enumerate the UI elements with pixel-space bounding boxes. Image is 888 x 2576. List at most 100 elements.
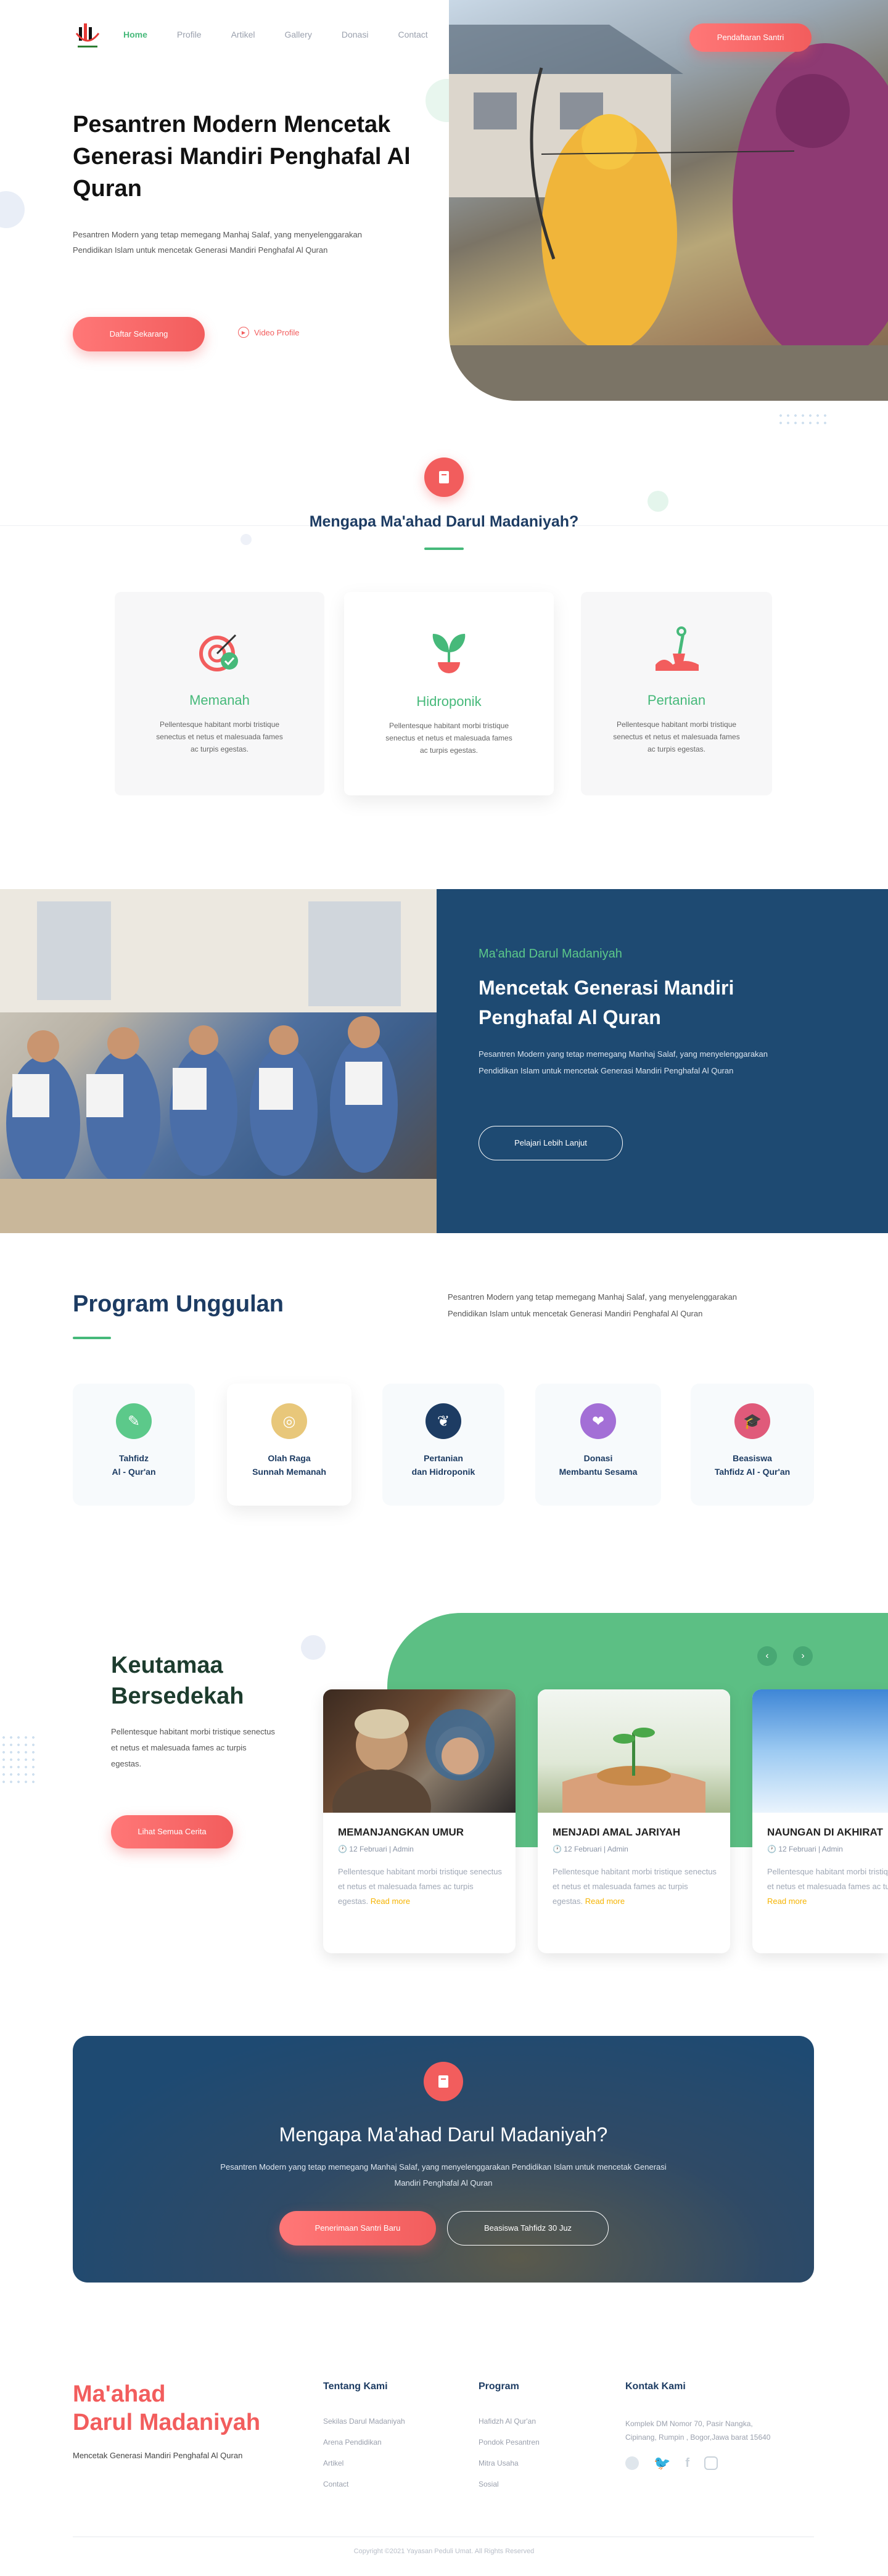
brand-line-2: Darul Madaniyah bbox=[73, 2410, 261, 2435]
decor-dots bbox=[0, 1734, 35, 1783]
nav-profile[interactable]: Profile bbox=[177, 30, 202, 39]
facebook-icon[interactable]: f bbox=[685, 2456, 689, 2471]
blog-card[interactable]: MEMANJANGKAN UMUR 🕐 12 Februari | Admin … bbox=[323, 1689, 516, 1953]
feature-card-hidroponik[interactable]: Hidroponik Pellentesque habitant morbi t… bbox=[344, 592, 554, 795]
read-more-link[interactable]: Read more bbox=[767, 1897, 807, 1906]
card-text: Pellentesque habitant morbi tristique se… bbox=[767, 1867, 888, 1906]
footer-col-program: Program Hafidzh Al Qur'an Pondok Pesantr… bbox=[479, 2381, 602, 2488]
decor-dots bbox=[777, 412, 829, 425]
card-meta: 🕐 12 Februari | Admin bbox=[338, 1845, 414, 1853]
footer-link[interactable]: Artikel bbox=[323, 2459, 446, 2467]
footer-link[interactable]: Sekilas Darul Madaniyah bbox=[323, 2417, 446, 2426]
graduation-icon: 🎓 bbox=[734, 1403, 770, 1439]
book-icon bbox=[424, 457, 464, 497]
shovel-icon bbox=[581, 626, 772, 676]
card-text: Pellentesque habitant morbi tristique se… bbox=[613, 720, 740, 753]
nav-home[interactable]: Home bbox=[123, 30, 147, 39]
why-title: Mengapa Ma'ahad Darul Madaniyah? bbox=[309, 513, 579, 530]
carousel-next-button[interactable]: › bbox=[793, 1646, 813, 1666]
card-title: Pertanian bbox=[647, 692, 706, 708]
footer-col-about: Tentang Kami Sekilas Darul Madaniyah Are… bbox=[323, 2381, 446, 2488]
hands-plant-photo bbox=[538, 1689, 730, 1813]
program-title: Program Unggulan bbox=[73, 1291, 284, 1317]
nav-gallery[interactable]: Gallery bbox=[285, 30, 312, 39]
learn-more-button[interactable]: Pelajari Lebih Lanjut bbox=[479, 1126, 623, 1160]
instagram-icon[interactable] bbox=[704, 2456, 718, 2470]
program-olahraga[interactable]: ◎ Olah Raga Sunnah Memanah bbox=[227, 1384, 352, 1506]
brand-line-1: Ma'ahad bbox=[73, 2381, 166, 2407]
card-text: Pellentesque habitant morbi tristique se… bbox=[553, 1867, 717, 1906]
feature-card-memanah[interactable]: Memanah Pellentesque habitant morbi tris… bbox=[115, 592, 324, 795]
footer-link[interactable]: Arena Pendidikan bbox=[323, 2438, 446, 2447]
footer-link[interactable]: Pondok Pesantren bbox=[479, 2438, 602, 2447]
program-donasi[interactable]: ❤ Donasi Membantu Sesama bbox=[535, 1384, 661, 1506]
nav-artikel[interactable]: Artikel bbox=[231, 30, 255, 39]
daftar-sekarang-button[interactable]: Daftar Sekarang bbox=[73, 317, 205, 351]
video-profile-label: Video Profile bbox=[254, 327, 300, 337]
clock-icon: 🕐 bbox=[767, 1845, 776, 1853]
cta-title: Mengapa Ma'ahad Darul Madaniyah? bbox=[279, 2123, 608, 2146]
title-underline bbox=[73, 1337, 111, 1339]
video-profile-link[interactable]: ▶ Video Profile bbox=[238, 327, 299, 338]
whatsapp-icon[interactable] bbox=[625, 2456, 639, 2470]
program-tahfidz[interactable]: ✎ Tahfidz Al - Qur'an bbox=[73, 1384, 195, 1506]
card-meta: 🕐 12 Februari | Admin bbox=[767, 1845, 843, 1853]
card-title: MEMANJANGKAN UMUR bbox=[338, 1826, 464, 1838]
footer-link[interactable]: Mitra Usaha bbox=[479, 2459, 602, 2467]
students-photo bbox=[0, 889, 437, 1233]
footer-brand: Ma'ahad Darul Madaniyah bbox=[73, 2380, 260, 2437]
card-text: Pellentesque habitant morbi tristique se… bbox=[156, 720, 283, 753]
blog-card[interactable]: MENJADI AMAL JARIYAH 🕐 12 Februari | Adm… bbox=[538, 1689, 730, 1953]
logo[interactable] bbox=[73, 21, 102, 53]
clock-icon: 🕐 bbox=[338, 1845, 347, 1853]
new-student-button[interactable]: Penerimaan Santri Baru bbox=[279, 2211, 436, 2246]
decor-circle bbox=[648, 491, 668, 512]
program-label: Donasi Membantu Sesama bbox=[559, 1453, 638, 1477]
read-more-link[interactable]: Read more bbox=[371, 1897, 410, 1906]
nav-donasi[interactable]: Donasi bbox=[342, 30, 369, 39]
book-icon: ✎ bbox=[116, 1403, 152, 1439]
footer-col-contact: Kontak Kami Komplek DM Nomor 70, Pasir N… bbox=[625, 2381, 779, 2471]
about-text: Pesantren Modern yang tetap memegang Man… bbox=[479, 1049, 768, 1075]
card-title: NAUNGAN DI AKHIRAT bbox=[767, 1826, 883, 1838]
footer-address: Komplek DM Nomor 70, Pasir Nangka, Cipin… bbox=[625, 2419, 771, 2442]
program-beasiswa[interactable]: 🎓 Beasiswa Tahfidz Al - Qur'an bbox=[691, 1384, 814, 1506]
twitter-icon[interactable]: 🐦 bbox=[654, 2455, 670, 2471]
decor-circle bbox=[0, 191, 25, 228]
program-text: Pesantren Modern yang tetap memegang Man… bbox=[448, 1292, 738, 1318]
read-more-link[interactable]: Read more bbox=[585, 1897, 625, 1906]
cta-banner: Mengapa Ma'ahad Darul Madaniyah? Pesantr… bbox=[73, 2036, 814, 2283]
hero-text: Pesantren Modern yang tetap memegang Man… bbox=[73, 230, 363, 255]
about-panel: Ma'ahad Darul Madaniyah Mencetak Generas… bbox=[437, 889, 888, 1233]
register-santri-button[interactable]: Pendaftaran Santri bbox=[689, 23, 812, 52]
carousel-prev-button[interactable]: ‹ bbox=[757, 1646, 777, 1666]
about-title: Mencetak Generasi Mandiri Penghafal Al Q… bbox=[479, 977, 734, 1028]
scholarship-button[interactable]: Beasiswa Tahfidz 30 Juz bbox=[447, 2211, 609, 2246]
sprout-icon bbox=[344, 628, 554, 678]
footer-link[interactable]: Sosial bbox=[479, 2480, 602, 2488]
footer-link[interactable]: Hafidzh Al Qur'an bbox=[479, 2417, 602, 2426]
program-label: Pertanian dan Hidroponik bbox=[411, 1453, 475, 1477]
feature-card-pertanian[interactable]: Pertanian Pellentesque habitant morbi tr… bbox=[581, 592, 772, 795]
nav-contact[interactable]: Contact bbox=[398, 30, 427, 39]
program-pertanian[interactable]: ❦ Pertanian dan Hidroponik bbox=[382, 1384, 504, 1506]
blog-card[interactable]: NAUNGAN DI AKHIRAT 🕐 12 Februari | Admin… bbox=[752, 1689, 888, 1953]
book-icon bbox=[424, 2062, 463, 2101]
footer-tagline: Mencetak Generasi Mandiri Penghafal Al Q… bbox=[73, 2451, 243, 2460]
program-label: Olah Raga Sunnah Memanah bbox=[252, 1453, 326, 1477]
card-text: Pellentesque habitant morbi tristique se… bbox=[385, 721, 512, 755]
decor-circle bbox=[240, 534, 252, 545]
footer-col-title: Kontak Kami bbox=[625, 2381, 686, 2392]
card-title: MENJADI AMAL JARIYAH bbox=[553, 1826, 681, 1838]
elderly-couple-photo bbox=[323, 1689, 516, 1844]
copyright: Copyright ©2021 Yayasan Peduli Umat. All… bbox=[353, 2548, 535, 2555]
clock-icon: 🕐 bbox=[553, 1845, 562, 1853]
footer-col-title: Program bbox=[479, 2381, 519, 2392]
footer-col-title: Tentang Kami bbox=[323, 2381, 388, 2392]
program-label: Beasiswa Tahfidz Al - Qur'an bbox=[714, 1453, 791, 1477]
virtue-title: Keutamaa Bersedekah bbox=[111, 1652, 244, 1709]
program-label: Tahfidz Al - Qur'an bbox=[112, 1453, 156, 1477]
footer-link[interactable]: Contact bbox=[323, 2480, 446, 2488]
see-all-stories-button[interactable]: Lihat Semua Cerita bbox=[111, 1815, 233, 1848]
title-underline bbox=[424, 548, 464, 550]
